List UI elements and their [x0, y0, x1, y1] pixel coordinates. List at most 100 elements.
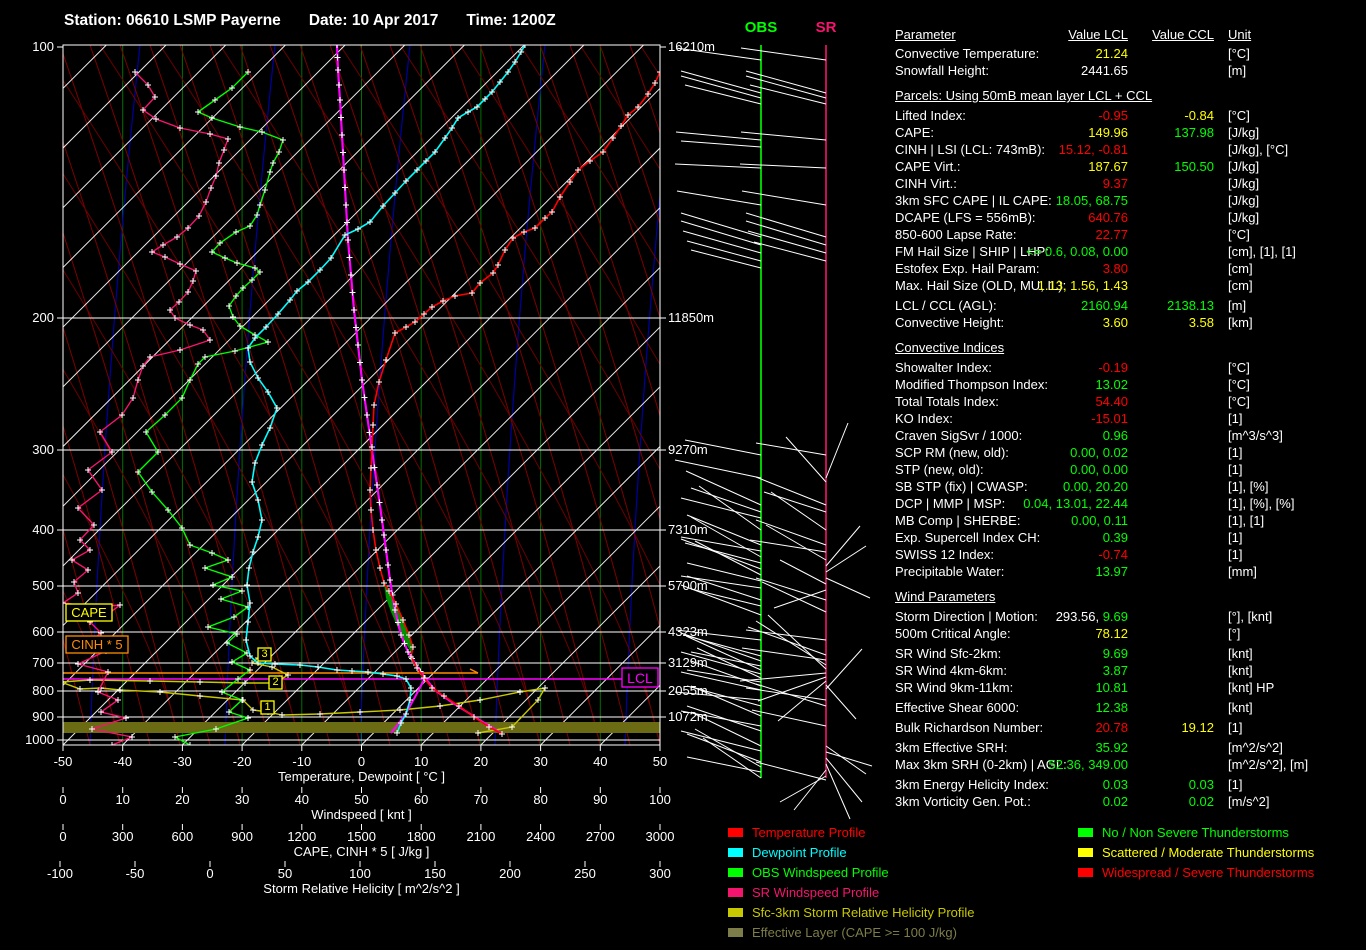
temperature-profile [367, 69, 660, 737]
temp-axis-tick-label: -30 [173, 754, 192, 769]
srh-axis-tick-label: 200 [499, 866, 521, 881]
table-row: KO Index: -15.01 [1] [888, 410, 1366, 427]
sr-column-label: SR [816, 19, 837, 36]
srh-axis-tick-label: 0 [206, 866, 213, 881]
temp-axis-title: Temperature, Dewpoint [ °C ] [278, 769, 445, 784]
value-lcl: 9.69 [1102, 646, 1128, 661]
pressure-tick-label: 200 [32, 310, 54, 325]
srh-axis-tick-label: 250 [574, 866, 596, 881]
value-lcl: 293.56, 9.69 [1055, 609, 1128, 624]
legend-profiles: Temperature Profile Dewpoint Profile OBS W… [728, 822, 975, 942]
table-row: 3km Energy Helicity Index: 0.03 0.03 [1] [888, 776, 1366, 793]
table-row: FM Hail Size | SHIP | LHP: <= 0.6, 0.08, … [888, 243, 1366, 260]
unit-label: [1] [1228, 462, 1243, 477]
table-row: Max 3km SRH (0-2km) | AGL: 52.36, 349.00 [… [888, 756, 1366, 773]
legend-swatch-icon [728, 907, 743, 917]
value-lcl: 0.00, 0.00 [1070, 462, 1128, 477]
parameter-table: Parameter Value LCL Value CCL Unit Conve… [888, 26, 1366, 810]
table-row: SR Wind 9km-11km: 10.81 [knt] HP [888, 679, 1366, 696]
unit-label: [cm], [1], [1] [1228, 244, 1296, 259]
pressure-tick-label: 800 [32, 683, 54, 698]
svg-text:2: 2 [272, 676, 278, 688]
value-lcl: <= 0.6, 0.08, 0.00 [1026, 244, 1128, 259]
param-label: CINH Virt.: [895, 176, 957, 191]
value-lcl: 18.05, 68.75 [1055, 193, 1128, 208]
table-row: Exp. Supercell Index CH: 0.39 [1] [888, 529, 1366, 546]
srh-axis-title: Storm Relative Helicity [ m^2/s^2 ] [263, 881, 459, 896]
annotation-cape: CAPE [65, 603, 113, 622]
wind-axis-tick-label: 70 [474, 792, 488, 807]
param-label: Convective Height: [895, 315, 1005, 330]
legend-label: No / Non Severe Thunderstorms [1102, 824, 1289, 840]
srh-axis-tick-label: 100 [349, 866, 371, 881]
wind-axis-tick-label: 90 [593, 792, 607, 807]
temp-axis-tick-label: 20 [474, 754, 488, 769]
value-ccl: 19.12 [1181, 720, 1214, 735]
table-row: Showalter Index: -0.19 [°C] [888, 359, 1366, 376]
unit-label: [1], [%] [1228, 479, 1269, 494]
table-section-heading: Wind Parameters [895, 589, 996, 604]
unit-label: [1] [1228, 720, 1243, 735]
height-tick-label: 5700m [668, 578, 708, 593]
cape-axis-tick-label: 3000 [646, 829, 675, 844]
cape-axis-tick-label: 2100 [466, 829, 495, 844]
value-lcl: 13.97 [1095, 564, 1128, 579]
value-lcl: 3.60 [1102, 315, 1128, 330]
unit-label: [1] [1228, 445, 1243, 460]
legend-item: Temperature Profile [728, 822, 975, 842]
wind-axis-tick-label: 10 [115, 792, 129, 807]
temp-axis-tick-label: -50 [54, 754, 73, 769]
table-row: Snowfall Height: 2441.65 [m] [888, 62, 1366, 79]
value-lcl: -0.19 [1098, 360, 1128, 375]
table-row: 3km Vorticity Gen. Pot.: 0.02 0.02 [m/s^2] [888, 793, 1366, 810]
legend-item: Scattered / Moderate Thunderstorms [1078, 842, 1314, 862]
legend-label: Widespread / Severe Thunderstorms [1102, 864, 1315, 880]
table-row: DCAPE (LFS = 556mB): 640.76 [J/kg] [888, 209, 1366, 226]
param-label: SR Wind Sfc-2km: [895, 646, 1002, 661]
value-lcl: 52.36, 349.00 [1048, 757, 1128, 772]
unit-label: [m^2/s^2], [m] [1228, 757, 1309, 772]
unit-label: [°C] [1228, 394, 1250, 409]
table-row: Total Totals Index: 54.40 [°C] [888, 393, 1366, 410]
height-tick-label: 16210m [668, 39, 715, 54]
value-lcl: 0.03 [1102, 777, 1128, 792]
pressure-tick-label: 300 [32, 442, 54, 457]
value-ccl: 0.03 [1188, 777, 1214, 792]
cape-axis-title: CAPE, CINH * 5 [ J/kg ] [294, 844, 430, 859]
param-label: STP (new, old): [895, 462, 984, 477]
legend-label: OBS Windspeed Profile [752, 864, 889, 880]
unit-label: [knt] [1228, 646, 1253, 661]
param-label: Max 3km SRH (0-2km) | AGL: [895, 757, 1067, 772]
table-row: CINH Virt.: 9.37 [J/kg] [888, 175, 1366, 192]
unit-label: [m/s^2] [1228, 794, 1270, 809]
table-row: Modified Thompson Index: 13.02 [°C] [888, 376, 1366, 393]
svg-text:3: 3 [261, 648, 267, 660]
srh-axis-tick-label: 50 [278, 866, 292, 881]
legend-label: Scattered / Moderate Thunderstorms [1102, 844, 1315, 860]
value-lcl: 1.13, 1.56, 1.43 [1037, 278, 1128, 293]
value-ccl: 137.98 [1174, 125, 1214, 140]
value-lcl: 149.96 [1088, 125, 1128, 140]
param-label: SR Wind 4km-6km: [895, 663, 1007, 678]
value-ccl: 150.50 [1174, 159, 1214, 174]
unit-label: [m] [1228, 63, 1247, 78]
param-label: 3km Energy Helicity Index: [895, 777, 1049, 792]
value-lcl: 2441.65 [1081, 63, 1128, 78]
svg-text:CINH * 5: CINH * 5 [71, 637, 122, 652]
wind-axis-tick-label: 80 [533, 792, 547, 807]
value-lcl: 9.37 [1102, 176, 1128, 191]
legend-item: OBS Windspeed Profile [728, 862, 975, 882]
unit-label: [1] [1228, 530, 1243, 545]
unit-label: [J/kg] [1228, 210, 1260, 225]
unit-label: [cm] [1228, 261, 1253, 276]
table-row: STP (new, old): 0.00, 0.00 [1] [888, 461, 1366, 478]
col-unit: Unit [1228, 27, 1252, 42]
effective-layer-band [63, 722, 660, 733]
value-ccl: 3.58 [1188, 315, 1214, 330]
srh-axis-tick-label: 150 [424, 866, 446, 881]
unit-label: [°] [1228, 626, 1241, 641]
value-lcl: -15.01 [1091, 411, 1128, 426]
param-label: Snowfall Height: [895, 63, 989, 78]
unit-label: [m] [1228, 298, 1247, 313]
legend-label: Sfc-3km Storm Relative Helicity Profile [752, 904, 975, 920]
